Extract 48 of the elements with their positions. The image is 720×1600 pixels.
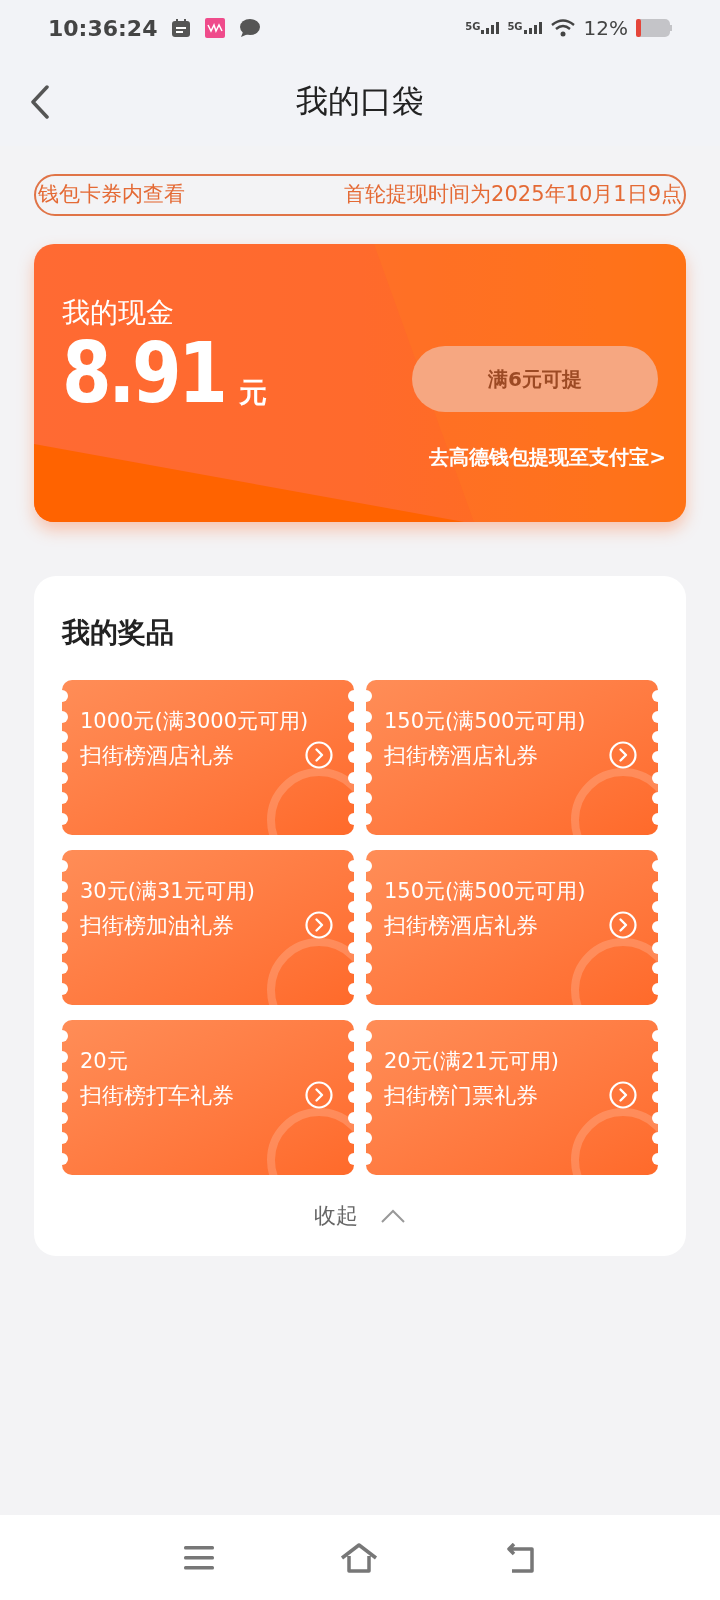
signal-icon [481, 22, 500, 34]
chevron-right-circle-icon[interactable] [304, 740, 334, 771]
chevron-right-circle-icon[interactable] [608, 910, 638, 941]
coupon-value: 150元(满500元可用) [384, 878, 587, 905]
cash-amount: 8.91 [62, 334, 225, 414]
coupon-name: 扫街榜加油礼券 [80, 911, 234, 939]
cash-label: 我的现金 [62, 295, 175, 331]
coupon-card[interactable]: 30元(满31元可用) 扫街榜加油礼券 [62, 850, 354, 1005]
coupon-card[interactable]: 150元(满500元可用) 扫街榜酒店礼券 [366, 680, 658, 835]
coupon-card[interactable]: 150元(满500元可用) 扫街榜酒店礼券 [366, 850, 658, 1005]
battery-percent: 12% [583, 15, 628, 42]
network-label: 5G [465, 22, 481, 32]
coupon-name: 扫街榜酒店礼券 [80, 741, 234, 769]
chevron-up-icon [380, 1207, 406, 1224]
chevron-right-circle-icon[interactable] [304, 910, 334, 941]
wifi-icon [549, 18, 576, 38]
collapse-button[interactable]: 收起 [314, 1199, 406, 1232]
status-time: 10:36:24 [48, 14, 158, 43]
battery-icon [636, 19, 672, 37]
signal-icon [523, 22, 542, 34]
coupon-card[interactable]: 20元 扫街榜打车礼券 [62, 1020, 354, 1175]
prizes-title: 我的奖品 [62, 615, 175, 651]
coupon-name: 扫街榜酒店礼券 [384, 741, 538, 769]
app-icon [205, 18, 226, 38]
coupon-value: 150元(满500元可用) [384, 708, 587, 735]
message-icon [239, 18, 262, 38]
alipay-withdraw-link[interactable]: 去高德钱包提现至支付宝> [429, 442, 666, 472]
coupon-card[interactable]: 1000元(满3000元可用) 扫街榜酒店礼券 [62, 680, 354, 835]
page-title: 我的口袋 [296, 81, 424, 122]
coupon-name: 扫街榜酒店礼券 [384, 911, 538, 939]
chevron-right-circle-icon[interactable] [608, 740, 638, 771]
home-icon[interactable] [340, 1542, 378, 1573]
coupon-name: 扫街榜门票礼券 [384, 1081, 538, 1109]
calendar-icon [171, 18, 192, 38]
cash-unit: 元 [239, 374, 268, 411]
coupon-value: 1000元(满3000元可用) [80, 708, 310, 735]
coupon-card[interactable]: 20元(满21元可用) 扫街榜门票礼券 [366, 1020, 658, 1175]
coupon-value: 20元(满21元可用) [384, 1048, 560, 1075]
coupon-value: 30元(满31元可用) [80, 878, 256, 905]
notice-text: 钱包卡券内查看 [38, 181, 185, 209]
coupon-name: 扫街榜打车礼券 [80, 1081, 234, 1109]
chevron-right-circle-icon[interactable] [608, 1080, 638, 1111]
back-icon[interactable] [504, 1542, 536, 1573]
network-label: 5G [507, 22, 523, 32]
menu-icon[interactable] [184, 1544, 214, 1571]
chevron-right-circle-icon[interactable] [304, 1080, 334, 1111]
coupon-value: 20元 [80, 1048, 129, 1075]
notice-text: 首轮提现时间为2025年10月1日9点 [344, 181, 682, 209]
